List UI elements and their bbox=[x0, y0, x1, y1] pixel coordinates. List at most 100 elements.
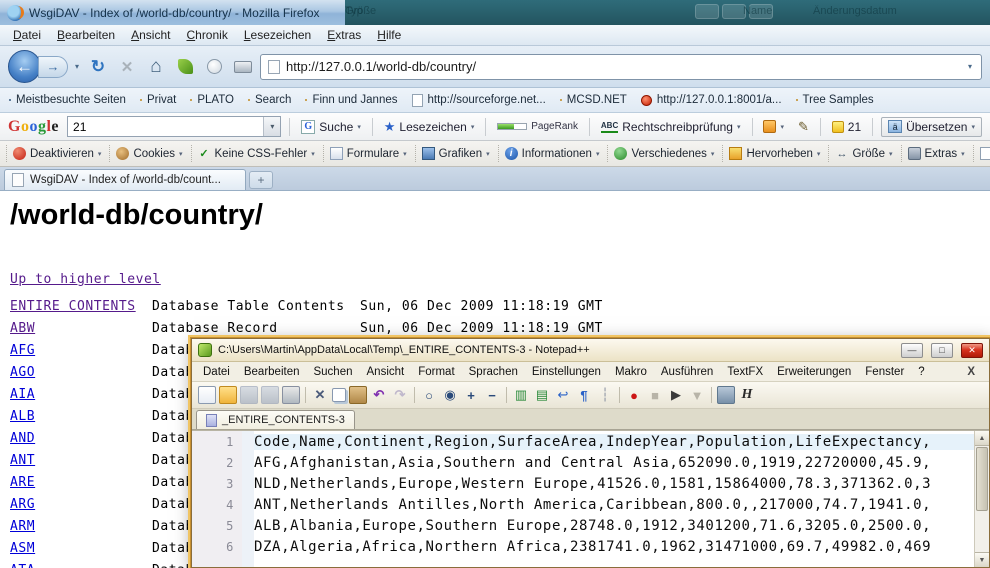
indent-guide-icon[interactable]: ┆ bbox=[596, 386, 614, 404]
replace-icon[interactable]: ◉ bbox=[441, 386, 459, 404]
sync-horizontal-icon[interactable]: ▤ bbox=[533, 386, 551, 404]
toolbar-separator[interactable] bbox=[414, 387, 415, 403]
devtoolbar-item[interactable]: Quelltext ▾ bbox=[973, 145, 990, 162]
play-macro-icon[interactable]: ▶ bbox=[667, 386, 685, 404]
bookmark-item[interactable]: Privat bbox=[140, 94, 176, 106]
scroll-up-icon[interactable]: ▲ bbox=[975, 431, 989, 446]
undo-icon[interactable]: ↶ bbox=[370, 386, 388, 404]
spellcheck-button[interactable]: ABC Rechtschreibprüfung ▾ bbox=[598, 118, 744, 136]
menu-item[interactable]: Format bbox=[411, 364, 461, 380]
menu-item[interactable]: Fenster bbox=[858, 364, 911, 380]
menu-item[interactable]: Ausführen bbox=[654, 364, 720, 380]
close-button[interactable]: ✕ bbox=[961, 343, 983, 358]
firefox-titlebar[interactable]: WsgiDAV - Index of /world-db/country/ - … bbox=[0, 0, 990, 25]
greasemonkey-button[interactable] bbox=[173, 55, 197, 79]
entry-link[interactable]: ASM bbox=[10, 541, 152, 556]
close-document-button[interactable]: X bbox=[957, 366, 985, 378]
save-icon[interactable] bbox=[240, 386, 258, 404]
menu-item[interactable]: Hilfe bbox=[369, 26, 409, 44]
copy-icon[interactable] bbox=[332, 388, 346, 402]
entry-link[interactable]: AIA bbox=[10, 387, 152, 402]
menu-item[interactable]: Erweiterungen bbox=[770, 364, 858, 380]
devtoolbar-item[interactable]: Verschiedenes ▾ bbox=[607, 145, 720, 162]
document-tab[interactable]: _ENTIRE_CONTENTS-3 bbox=[196, 410, 355, 429]
bookmark-item[interactable]: MCSD.NET bbox=[560, 94, 627, 106]
devtoolbar-item[interactable]: Formulare ▾ bbox=[323, 145, 413, 162]
show-all-characters-icon[interactable]: ¶ bbox=[575, 386, 593, 404]
new-file-icon[interactable] bbox=[198, 386, 216, 404]
menu-item[interactable]: TextFX bbox=[720, 364, 770, 380]
maximize-button[interactable]: □ bbox=[931, 343, 953, 358]
editor-line[interactable]: 6 DZA,Algeria,Africa,Northern Africa,238… bbox=[192, 536, 989, 557]
history-dropdown-icon[interactable]: ▾ bbox=[73, 62, 81, 71]
editor-line[interactable]: 1 Code,Name,Continent,Region,SurfaceArea… bbox=[192, 431, 989, 452]
menu-item[interactable]: Suchen bbox=[306, 364, 359, 380]
record-macro-icon[interactable]: ● bbox=[625, 386, 643, 404]
google-bookmarks-button[interactable]: ★ Lesezeichen ▾ bbox=[381, 117, 478, 137]
google-search-input[interactable] bbox=[68, 120, 263, 134]
bookmark-item[interactable]: http://127.0.0.1:8001/a... bbox=[641, 94, 782, 106]
menu-item[interactable]: Datei bbox=[196, 364, 237, 380]
print-button[interactable] bbox=[231, 55, 255, 79]
entry-link[interactable]: ARE bbox=[10, 475, 152, 490]
entry-link[interactable]: AFG bbox=[10, 343, 152, 358]
bookmark-margin[interactable] bbox=[242, 494, 254, 515]
bookmark-item[interactable]: Finn und Jannes bbox=[305, 94, 397, 106]
back-button[interactable]: ← bbox=[8, 50, 41, 83]
minimize-button[interactable]: — bbox=[901, 343, 923, 358]
bookmark-margin[interactable] bbox=[242, 473, 254, 494]
devtoolbar-item[interactable]: Extras ▾ bbox=[901, 145, 971, 162]
save-macro-icon[interactable]: ▼ bbox=[688, 386, 706, 404]
send-to-button[interactable]: ✎ bbox=[795, 117, 812, 137]
bookmark-item[interactable]: http://sourceforge.net... bbox=[412, 94, 546, 107]
entry-link[interactable]: ANT bbox=[10, 453, 152, 468]
cut-icon[interactable]: ✕ bbox=[311, 386, 329, 404]
bookmark-item[interactable]: Meistbesuchte Seiten bbox=[9, 94, 126, 106]
home-button[interactable]: ⌂ bbox=[144, 55, 168, 79]
devtoolbar-item[interactable]: Hervorheben ▾ bbox=[722, 145, 826, 162]
devtoolbar-item[interactable]: Deaktivieren ▾ bbox=[6, 145, 107, 162]
toolbar-separator[interactable] bbox=[305, 387, 306, 403]
editor-line[interactable]: 2 AFG,Afghanistan,Asia,Southern and Cent… bbox=[192, 452, 989, 473]
paste-icon[interactable] bbox=[349, 386, 367, 404]
entry-link[interactable]: ALB bbox=[10, 409, 152, 424]
url-input[interactable] bbox=[286, 59, 960, 74]
translate-button[interactable]: ä Übersetzen ▾ bbox=[881, 117, 982, 137]
notepad-titlebar[interactable]: C:\Users\Martin\AppData\Local\Temp\_ENTI… bbox=[192, 339, 989, 362]
entry-link[interactable]: ENTIRE CONTENTS bbox=[10, 299, 152, 314]
bookmark-item[interactable]: PLATO bbox=[190, 94, 234, 106]
scroll-down-icon[interactable]: ▼ bbox=[975, 552, 989, 567]
devtoolbar-item[interactable]: Grafiken ▾ bbox=[415, 145, 496, 162]
menu-item[interactable]: Bearbeiten bbox=[49, 26, 123, 44]
editor-area[interactable]: 1 Code,Name,Continent,Region,SurfaceArea… bbox=[192, 430, 989, 567]
pagerank-indicator[interactable]: PageRank bbox=[494, 119, 581, 134]
zoom-in-icon[interactable]: + bbox=[462, 386, 480, 404]
forward-button[interactable]: → bbox=[38, 56, 68, 78]
entry-link[interactable]: ARM bbox=[10, 519, 152, 534]
open-folder-icon[interactable] bbox=[219, 386, 237, 404]
devtoolbar-item[interactable]: Cookies ▾ bbox=[109, 145, 188, 162]
entry-link[interactable]: ATA bbox=[10, 563, 152, 568]
zoom-out-icon[interactable]: − bbox=[483, 386, 501, 404]
entry-link[interactable]: AGO bbox=[10, 365, 152, 380]
entry-link[interactable]: AND bbox=[10, 431, 152, 446]
menu-item[interactable]: Lesezeichen bbox=[236, 26, 319, 44]
history-clock-button[interactable] bbox=[202, 55, 226, 79]
html-preview-icon[interactable]: H bbox=[738, 386, 756, 404]
bookmark-item[interactable]: Search bbox=[248, 94, 291, 106]
stop-button[interactable]: ✕ bbox=[115, 55, 139, 79]
menu-item[interactable]: Ansicht bbox=[123, 26, 178, 44]
devtoolbar-item[interactable]: ✓ Keine CSS-Fehler ▾ bbox=[191, 145, 321, 162]
editor-line[interactable]: 4 ANT,Netherlands Antilles,North America… bbox=[192, 494, 989, 515]
new-tab-button[interactable]: + bbox=[249, 171, 273, 189]
editor-line[interactable]: 3 NLD,Netherlands,Europe,Western Europe,… bbox=[192, 473, 989, 494]
menu-item[interactable]: Makro bbox=[608, 364, 654, 380]
menu-item[interactable]: Bearbeiten bbox=[237, 364, 307, 380]
editor-line[interactable]: 5 ALB,Albania,Europe,Southern Europe,287… bbox=[192, 515, 989, 536]
autofill-button[interactable]: ▾ bbox=[760, 118, 787, 135]
search-history-dropdown-icon[interactable]: ▾ bbox=[263, 117, 280, 136]
sync-vertical-icon[interactable]: ▥ bbox=[512, 386, 530, 404]
entry-link[interactable]: ABW bbox=[10, 321, 152, 336]
notepad-window[interactable]: C:\Users\Martin\AppData\Local\Temp\_ENTI… bbox=[191, 338, 990, 568]
bookmark-margin[interactable] bbox=[242, 536, 254, 557]
